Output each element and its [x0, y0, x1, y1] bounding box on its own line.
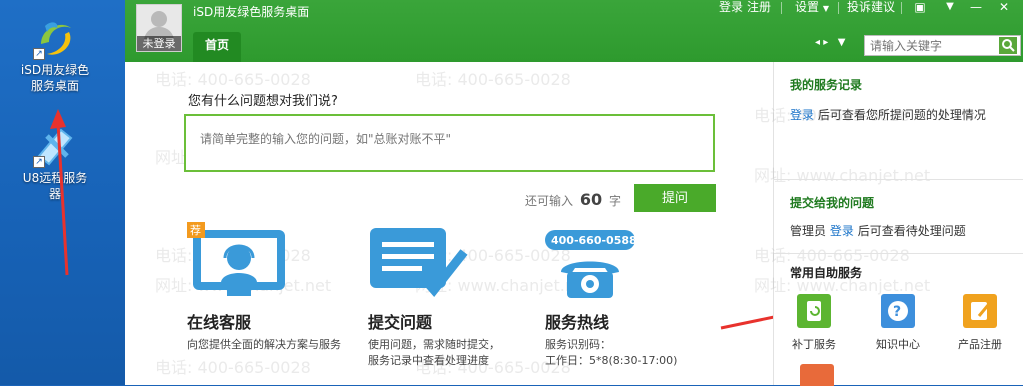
remaining-count: 60 — [579, 190, 603, 209]
service-patch[interactable]: 补丁服务 — [784, 294, 844, 352]
section-text: 管理员 登录 后可查看待处理问题 — [790, 222, 966, 239]
ask-button[interactable]: 提问 — [634, 184, 716, 212]
login-link[interactable]: 登录 — [830, 224, 854, 238]
minimize-icon[interactable]: — — [963, 0, 989, 16]
section-title: 常用自助服务 — [790, 266, 863, 280]
feature-desc: 工作日：5*8(8:30-17:00) — [545, 354, 678, 367]
records-hint: 后可查看您所提问题的处理情况 — [817, 108, 986, 122]
watermark: 电话: 400-665-0028 — [415, 70, 571, 89]
login-link[interactable]: 登录 — [790, 108, 814, 122]
feature-online-service[interactable]: 荐 在线客服 向您提供全面的解决方案与服务 — [187, 222, 341, 353]
remaining-chars: 还可输入 60 字 — [525, 190, 621, 209]
more-service-icon[interactable] — [800, 364, 834, 386]
right-sidebar: 电话: 400-665-0028 网址: www.chanjet.net 电话:… — [754, 62, 1023, 386]
patch-icon — [797, 294, 831, 328]
question-box[interactable] — [184, 114, 715, 172]
feature-desc: 向您提供全面的解决方案与服务 — [187, 338, 341, 351]
question-input[interactable] — [186, 116, 713, 170]
service-register[interactable]: 产品注册 — [950, 294, 1010, 352]
section-text: 登录 后可查看您所提问题的处理情况 — [790, 106, 986, 123]
watermark: 电话: 400-665-0028 — [155, 70, 311, 89]
section-title: 我的服务记录 — [790, 78, 863, 92]
question-icon: ? — [881, 294, 915, 328]
avatar[interactable]: 未登录 — [136, 4, 182, 52]
edit-icon — [963, 294, 997, 328]
assigned-issues-section: 提交给我的问题 管理员 登录 后可查看待处理问题 — [774, 180, 1023, 254]
avatar-head — [151, 11, 167, 27]
feature-desc: 服务记录中查看处理进度 — [368, 354, 489, 367]
search-box[interactable] — [864, 35, 1021, 56]
login-link[interactable]: 登录 — [719, 0, 743, 14]
feature-hotline[interactable]: 400-660-0588 服务热线 服务识别码： 工作日：5*8(8:30-17… — [545, 228, 677, 369]
chevron-down-icon[interactable]: ▼ — [937, 0, 963, 16]
desktop-icon-label: iSD用友绿色 — [20, 63, 90, 77]
red-annotation-arrow — [50, 109, 69, 276]
feedback-link[interactable]: 投诉建议 — [847, 0, 895, 14]
headset-agent-icon: 荐 — [187, 222, 285, 296]
document-check-icon — [370, 228, 468, 298]
feature-title: 在线客服 — [187, 313, 252, 332]
title-bar: 未登录 iSD用友绿色服务桌面 首页 登录 注册 设置 ▼ 投诉建议 ▣ ▼ —… — [125, 0, 1023, 62]
admin-label: 管理员 — [790, 224, 827, 238]
isd-swirl-icon: ↗ — [31, 14, 79, 62]
desktop-icon-isd[interactable]: ↗ iSD用友绿色 服务桌面 — [0, 14, 110, 94]
login-status: 未登录 — [137, 36, 181, 51]
service-knowledge[interactable]: ? 知识中心 — [868, 294, 928, 352]
chevron-down-icon: ▼ — [822, 4, 829, 13]
register-link[interactable]: 注册 — [747, 0, 771, 14]
telephone-icon: 400-660-0588 — [545, 230, 637, 298]
service-label: 产品注册 — [958, 338, 1002, 351]
recommend-badge: 荐 — [190, 224, 201, 237]
skin-icon[interactable]: ▣ — [907, 0, 933, 16]
service-records-section: 我的服务记录 登录 后可查看您所提问题的处理情况 — [774, 62, 1023, 180]
svg-text:?: ? — [893, 304, 901, 320]
feature-desc: 使用问题，需求随时提交， — [368, 338, 500, 351]
service-label: 知识中心 — [876, 338, 920, 351]
question-title: 您有什么问题想对我们说? — [188, 94, 338, 109]
app-window: 未登录 iSD用友绿色服务桌面 首页 登录 注册 设置 ▼ 投诉建议 ▣ ▼ —… — [125, 0, 1023, 386]
app-title: iSD用友绿色服务桌面 — [193, 5, 310, 19]
hotline-number: 400-660-0588 — [551, 234, 637, 247]
watermark: 电话: 400-665-0028 — [155, 358, 311, 377]
close-icon[interactable]: ✕ — [991, 0, 1017, 16]
settings-label: 设置 — [795, 0, 820, 14]
shortcut-arrow-icon: ↗ — [33, 48, 45, 60]
main-panel: 电话: 400-665-0028 电话: 400-665-0028 网址: ww… — [125, 62, 795, 385]
feature-desc: 服务识别码： — [545, 338, 611, 351]
section-title: 提交给我的问题 — [790, 196, 875, 210]
feature-title: 提交问题 — [368, 313, 433, 332]
feature-title: 服务热线 — [545, 313, 610, 332]
feature-submit-issue[interactable]: 提交问题 使用问题，需求随时提交， 服务记录中查看处理进度 — [368, 222, 500, 369]
tab-home[interactable]: 首页 — [193, 32, 241, 62]
divider — [901, 2, 902, 14]
search-icon[interactable] — [999, 37, 1017, 54]
assigned-hint: 后可查看待处理问题 — [857, 224, 966, 238]
divider — [838, 2, 839, 14]
desktop-icon-label: 服务桌面 — [30, 79, 79, 93]
divider — [781, 2, 782, 14]
settings-menu[interactable]: 设置 ▼ — [795, 0, 829, 16]
remaining-prefix: 还可输入 — [525, 194, 574, 208]
tab-scroll-arrows[interactable]: ◂ ▸ ▼ — [815, 37, 845, 48]
search-input[interactable] — [865, 36, 995, 55]
remaining-suffix: 字 — [608, 194, 621, 208]
service-label: 补丁服务 — [792, 338, 836, 351]
desktop: ↗ iSD用友绿色 服务桌面 ↗ U8远程服务 器 — [0, 0, 125, 385]
